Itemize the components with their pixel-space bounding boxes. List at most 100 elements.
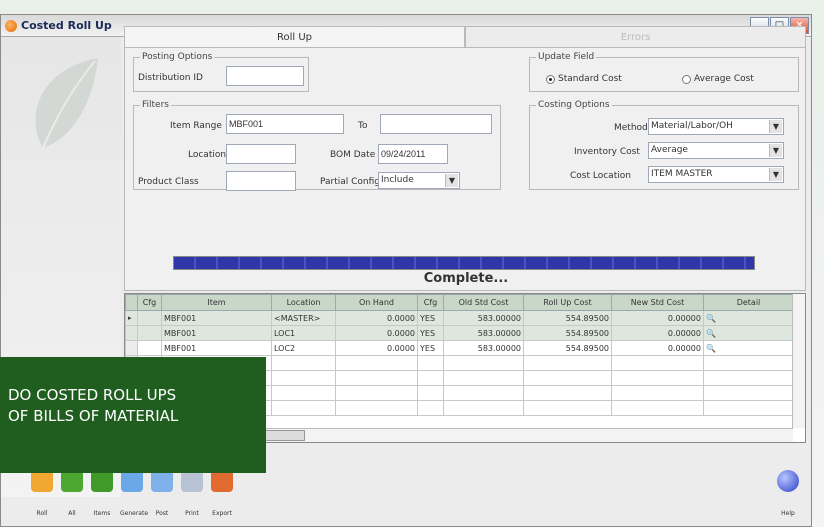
cell-location[interactable]: LOC1 [271,325,336,341]
scrollbar-thumb[interactable] [265,430,305,441]
partial-config-select[interactable]: Include ▼ [378,172,460,189]
location-label: Location [188,150,227,160]
help-label: Help [781,510,795,517]
print-button[interactable]: Print [180,470,204,517]
table-row[interactable]: MBF001 LOC2 0.0000 YES 583.00000 554.895… [125,340,794,356]
cost-location-label: Cost Location [570,171,631,181]
globe-icon [121,470,143,492]
progress-bar [173,256,755,270]
magnifier-icon[interactable]: 🔍 [706,344,716,353]
help-icon [777,470,799,492]
export-label: Export [212,510,232,517]
cell-roll-up-cost[interactable]: 554.89500 [523,340,612,356]
standard-cost-radio[interactable]: Standard Cost [546,74,622,84]
grid-header-row: Cfg Item Location On Hand Cfg Old Std Co… [125,294,794,311]
grid-header-detail[interactable]: Detail [703,294,794,311]
inventory-cost-value: Average [651,145,688,155]
table-row[interactable]: MBF001 LOC1 0.0000 YES 583.00000 554.895… [125,325,794,341]
cell-location[interactable]: LOC2 [271,340,336,356]
grid-header-location[interactable]: Location [271,294,336,311]
roll-label: Roll [36,510,48,517]
post-button[interactable]: Post [150,470,174,517]
cell-cfg2[interactable]: YES [417,325,444,341]
banner-line-1: DO COSTED ROLL UPS [8,386,177,404]
cell-detail[interactable]: 🔍 [703,325,794,341]
cell-location[interactable]: <MASTER> [271,310,336,326]
cost-location-value: ITEM MASTER [651,169,713,179]
grid-header-old-std-cost[interactable]: Old Std Cost [443,294,524,311]
grid-header-indicator [125,294,138,311]
inventory-cost-select[interactable]: Average ▼ [648,142,784,159]
cell-cfg[interactable] [137,325,162,341]
export-button[interactable]: Export [210,470,234,517]
cell-on-hand[interactable]: 0.0000 [335,310,418,326]
cell-item[interactable]: MBF001 [161,310,272,326]
grid-header-item[interactable]: Item [161,294,272,311]
post-label: Post [155,510,169,517]
method-label: Method [614,123,648,133]
cell-item[interactable]: MBF001 [161,325,272,341]
roll-button[interactable]: Roll [30,470,54,517]
filters-group: Filters Item Range To Location BOM Date … [133,100,501,191]
items-button[interactable]: Items [90,470,114,517]
cell-roll-up-cost[interactable]: 554.89500 [523,310,612,326]
all-label: All [68,510,76,517]
distribution-id-input[interactable] [226,66,304,86]
help-button[interactable]: Help [776,470,800,517]
tab-errors[interactable]: Errors [465,26,806,48]
partial-config-label: Partial Config [320,177,381,187]
cell-new-std-cost[interactable]: 0.00000 [611,340,704,356]
grid-header-new-std-cost[interactable]: New Std Cost [611,294,704,311]
product-class-input[interactable] [226,171,296,191]
table-row[interactable]: ▸ MBF001 <MASTER> 0.0000 YES 583.00000 5… [125,310,794,326]
location-input[interactable] [226,144,296,164]
tab-strip: Roll Up Errors [124,26,806,48]
cell-detail[interactable]: 🔍 [703,340,794,356]
cell-cfg2[interactable]: YES [417,340,444,356]
cost-location-select[interactable]: ITEM MASTER ▼ [648,166,784,183]
chevron-down-icon[interactable]: ▼ [445,174,458,187]
cell-old-std-cost[interactable]: 583.00000 [443,310,524,326]
cell-old-std-cost[interactable]: 583.00000 [443,325,524,341]
promo-banner: DO COSTED ROLL UPS OF BILLS OF MATERIAL [0,357,266,473]
method-select[interactable]: Material/Labor/OH ▼ [648,118,784,135]
cell-cfg2[interactable]: YES [417,310,444,326]
generate-button[interactable]: Generate [120,470,148,517]
cell-cfg[interactable] [137,310,162,326]
printer-icon [181,470,203,492]
grid-header-cfg2[interactable]: Cfg [417,294,444,311]
home-icon [31,470,53,492]
posting-options-legend: Posting Options [142,52,213,62]
item-range-to-input[interactable] [380,114,492,134]
tab-roll-up[interactable]: Roll Up [124,26,465,48]
grid-header-cfg[interactable]: Cfg [137,294,162,311]
cell-on-hand[interactable]: 0.0000 [335,340,418,356]
grid-header-roll-up-cost[interactable]: Roll Up Cost [523,294,612,311]
cell-new-std-cost[interactable]: 0.00000 [611,325,704,341]
chevron-down-icon[interactable]: ▼ [769,144,782,157]
magnifier-icon[interactable]: 🔍 [706,314,716,323]
window-title: Costed Roll Up [21,19,112,32]
grid-header-on-hand[interactable]: On Hand [335,294,418,311]
average-cost-label: Average Cost [694,74,754,84]
chevron-down-icon[interactable]: ▼ [769,120,782,133]
chevron-down-icon[interactable]: ▼ [769,168,782,181]
cell-roll-up-cost[interactable]: 554.89500 [523,325,612,341]
cell-cfg[interactable] [137,340,162,356]
update-field-legend: Update Field [538,52,595,62]
vertical-scrollbar[interactable] [792,294,805,428]
average-cost-radio[interactable]: Average Cost [682,74,754,84]
cell-new-std-cost[interactable]: 0.00000 [611,310,704,326]
cell-detail[interactable]: 🔍 [703,310,794,326]
bom-date-input[interactable] [378,144,448,164]
progress-status: Complete... [423,271,509,286]
leaf-icon [35,58,98,149]
all-button[interactable]: All [60,470,84,517]
item-range-from-input[interactable] [226,114,344,134]
cell-old-std-cost[interactable]: 583.00000 [443,340,524,356]
row-indicator [125,340,138,356]
cell-on-hand[interactable]: 0.0000 [335,325,418,341]
magnifier-icon[interactable]: 🔍 [706,329,716,338]
items-arrow-icon [91,470,113,492]
cell-item[interactable]: MBF001 [161,340,272,356]
